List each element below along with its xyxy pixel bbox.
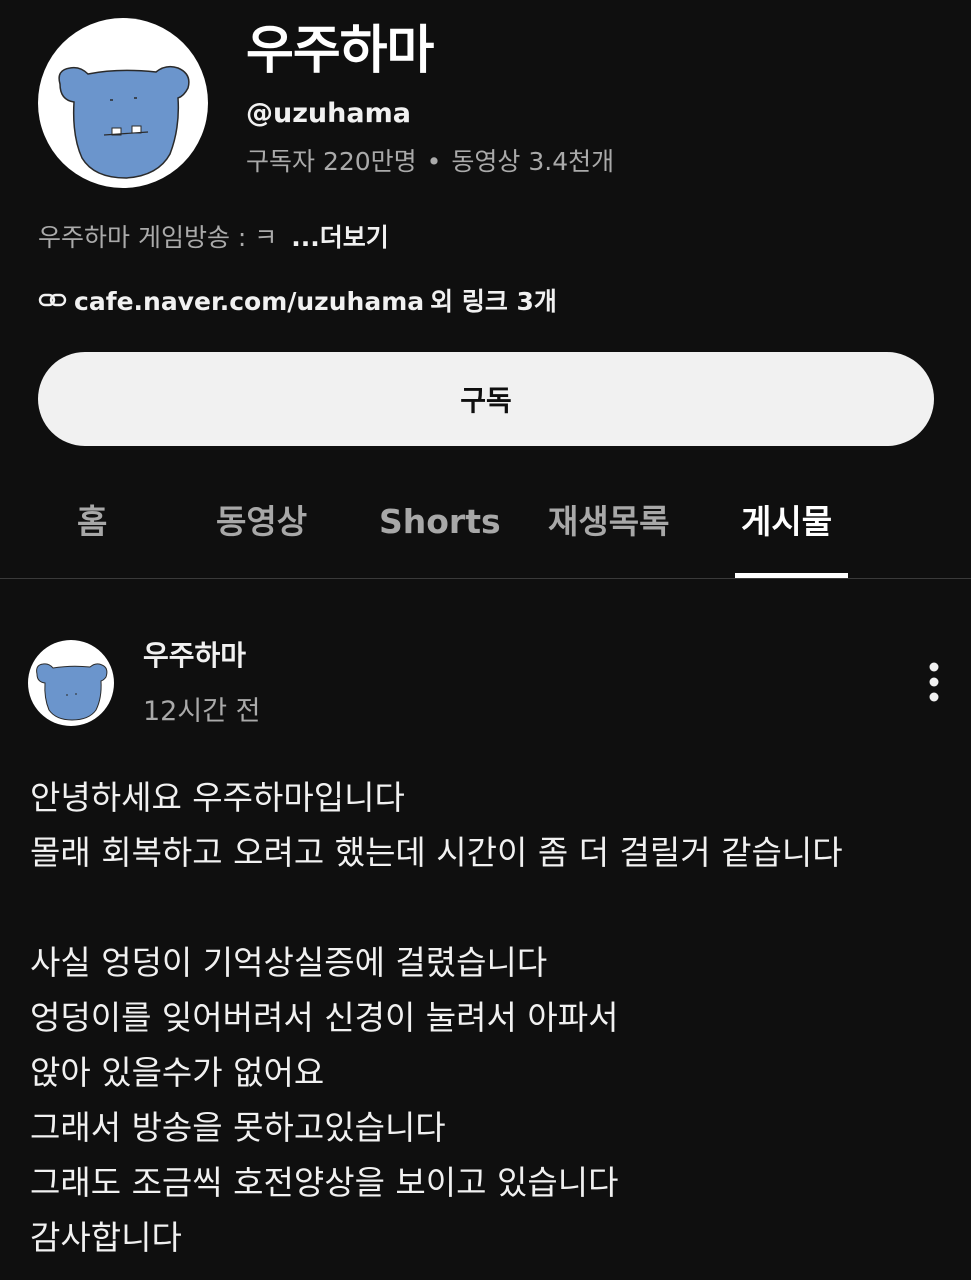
more-button[interactable]: ...더보기 [291, 223, 389, 252]
post-line: 그래도 조금씩 호전양상을 보이고 있습니다 [30, 1163, 619, 1202]
channel-page: 우주하마 @uzuhama 구독자 220만명 • 동영상 3.4천개 우주하마 게… [0, 0, 971, 1280]
hippo-avatar-small-icon [36, 663, 108, 721]
hippo-avatar-icon [58, 65, 190, 179]
channel-description[interactable]: 우주하마 게임방송 : ㅋ ...더보기 [38, 220, 389, 256]
post-body: 안녕하세요 우주하마입니다 몰래 회복하고 오려고 했는데 시간이 좀 더 걸릴… [30, 770, 940, 1265]
active-tab-indicator [735, 573, 848, 578]
tab-posts[interactable]: 게시물 [741, 498, 832, 546]
channel-links[interactable]: cafe.naver.com/uzuhama 외 링크 3개 [38, 284, 557, 320]
more-vert-icon[interactable] [916, 660, 952, 706]
post-line: 엉덩이를 잊어버려서 신경이 눌려서 아파서 [30, 998, 619, 1037]
tab-shorts[interactable]: Shorts [379, 498, 501, 546]
channel-name: 우주하마 [246, 21, 434, 81]
separator-dot: • [426, 147, 442, 176]
post-line: 앉아 있을수가 없어요 [30, 1053, 325, 1092]
subscribe-button[interactable]: 구독 [38, 352, 934, 446]
subscriber-count: 구독자 220만명 [246, 147, 417, 176]
post-line: 안녕하세요 우주하마입니다 [30, 778, 405, 817]
post-author-avatar[interactable] [28, 640, 114, 726]
channel-avatar[interactable] [38, 18, 208, 188]
post-timestamp: 12시간 전 [143, 696, 261, 727]
tab-playlists[interactable]: 재생목록 [548, 498, 669, 546]
post-line: 감사합니다 [30, 1218, 182, 1257]
post-author-name[interactable]: 우주하마 [143, 636, 246, 676]
post-line: 그래서 방송을 못하고있습니다 [30, 1108, 446, 1147]
post-line: 몰래 회복하고 오려고 했는데 시간이 좀 더 걸릴거 같습니다 [30, 833, 843, 872]
post-line: 사실 엉덩이 기억상실증에 걸렸습니다 [30, 943, 548, 982]
link-url[interactable]: cafe.naver.com/uzuhama [74, 284, 424, 320]
tab-videos[interactable]: 동영상 [216, 498, 307, 546]
channel-stats: 구독자 220만명 • 동영상 3.4천개 [246, 144, 614, 180]
channel-tabs: 홈 동영상 Shorts 재생목록 게시물 [0, 478, 971, 579]
description-text: 우주하마 게임방송 : ㅋ [38, 223, 278, 252]
video-count: 동영상 3.4천개 [451, 147, 615, 176]
channel-handle: @uzuhama [246, 98, 411, 129]
link-icon [38, 284, 74, 320]
tab-home[interactable]: 홈 [77, 498, 107, 546]
post-line [30, 880, 940, 935]
link-extra[interactable]: 외 링크 3개 [430, 284, 557, 320]
